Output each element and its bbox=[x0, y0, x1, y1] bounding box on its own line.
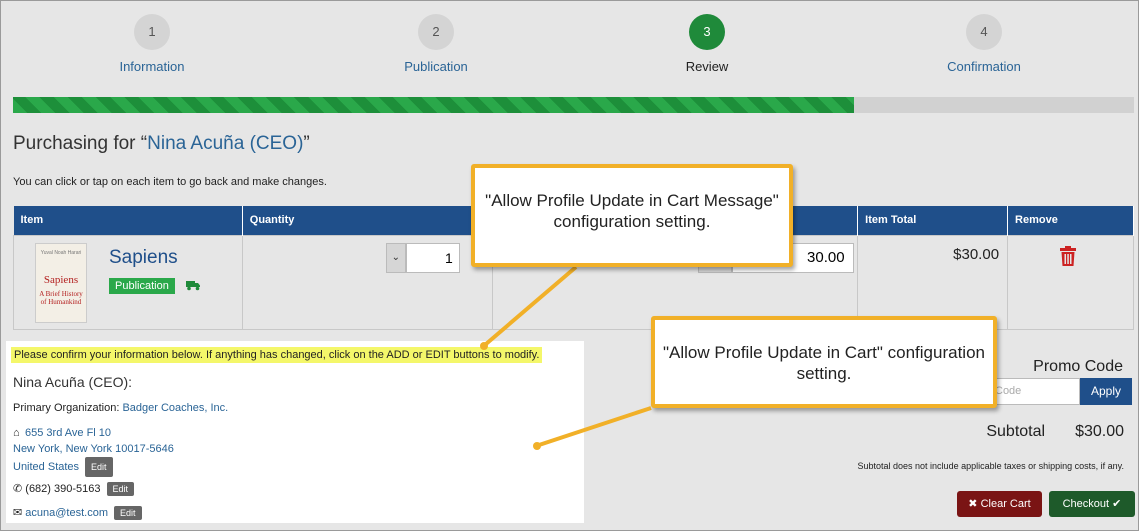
page-frame: 1 Information 2 Publication 3 Review 4 C… bbox=[0, 0, 1139, 531]
callout-cart-message-setting: "Allow Profile Update in Cart Message" c… bbox=[471, 164, 793, 267]
callout-cart-setting: "Allow Profile Update in Cart" configura… bbox=[651, 316, 997, 408]
